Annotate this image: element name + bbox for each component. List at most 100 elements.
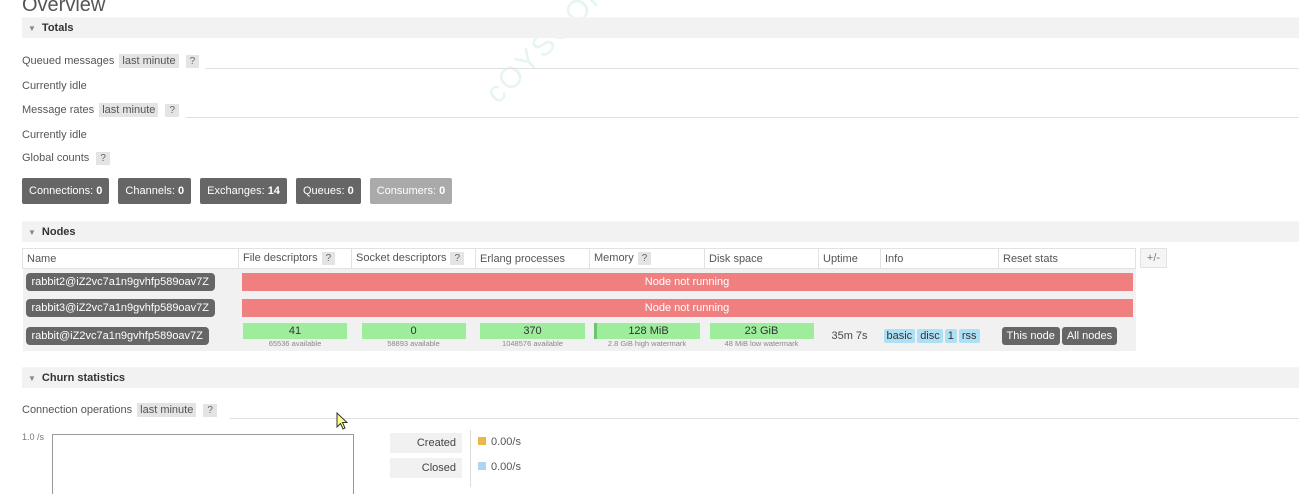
collapse-triangle-icon: ▼ (28, 374, 36, 383)
node-name-link[interactable]: rabbit2@iZ2vc7a1n9gvhfp589oav7Z (25, 272, 216, 291)
totals-section-header[interactable]: ▼ Totals (22, 17, 1299, 38)
queues-count: 0 (347, 185, 354, 197)
churn-header-label: Churn statistics (41, 372, 126, 384)
node-name-link[interactable]: rabbit@iZ2vc7a1n9gvhfp589oav7Z (25, 326, 209, 345)
global-help-icon[interactable]: ? (96, 152, 110, 165)
node-name-link[interactable]: rabbit3@iZ2vc7a1n9gvhfp589oav7Z (25, 298, 216, 317)
exchanges-label: Exchanges: (207, 185, 265, 197)
queued-range-selector[interactable]: last minute (119, 54, 179, 68)
column-header-label: File descriptors (243, 252, 318, 264)
page-title: Overview (22, 0, 106, 16)
queued-help-icon[interactable]: ? (185, 55, 200, 68)
column-header-memory: Memory? (589, 248, 705, 269)
column-header-file-descriptors: File descriptors? (238, 248, 352, 269)
queued-messages-label: Queued messages (22, 55, 115, 67)
memory-high-watermark: 2.8 GiB high watermark (607, 338, 687, 348)
divider (230, 418, 1299, 419)
disk-space-value: 23 GiB (744, 324, 779, 337)
info-badge-disc: disc (917, 328, 943, 343)
info-cell: basic disc 1 rss (880, 320, 999, 351)
churn-section-header[interactable]: ▼ Churn statistics (22, 367, 1299, 388)
nodes-section-header[interactable]: ▼ Nodes (22, 221, 1299, 242)
nodes-table: Name File descriptors? Socket descriptor… (22, 248, 1136, 351)
totals-header-label: Totals (41, 22, 74, 34)
collapse-triangle-icon: ▼ (28, 228, 36, 237)
info-badge-basic: basic (883, 328, 916, 343)
exchanges-count-button[interactable]: Exchanges: 14 (200, 178, 287, 204)
nodes-table-header: Name File descriptors? Socket descriptor… (22, 248, 1136, 269)
mouse-cursor-icon (336, 412, 349, 430)
queued-status: Currently idle (22, 80, 87, 92)
memory-bar: 128 MiB (594, 322, 700, 339)
queues-count-button[interactable]: Queues: 0 (295, 178, 361, 204)
column-header-name: Name (22, 248, 239, 269)
column-header-erlang-processes: Erlang processes (475, 248, 590, 269)
channels-count: 0 (178, 185, 185, 197)
uptime-cell: 35m 7s (818, 320, 881, 351)
node-name-cell: rabbit@iZ2vc7a1n9gvhfp589oav7Z (22, 320, 239, 351)
divider (186, 117, 1299, 118)
divider (205, 68, 1299, 69)
node-not-running-banner: Node not running (241, 298, 1133, 317)
channels-count-button[interactable]: Channels: 0 (118, 178, 192, 204)
erlang-processes-bar: 370 (480, 322, 585, 339)
disk-space-bar: 23 GiB (709, 322, 814, 339)
node-name-cell: rabbit2@iZ2vc7a1n9gvhfp589oav7Z (22, 268, 239, 295)
socket-descriptors-value: 0 (410, 324, 417, 337)
connections-label: Connections: (29, 185, 94, 197)
legend-value-created: 0.00/s (478, 436, 521, 448)
global-counts-label: Global counts (22, 152, 90, 164)
rates-help-icon[interactable]: ? (165, 104, 180, 117)
closed-rate: 0.00/s (491, 461, 521, 473)
column-header-label: Socket descriptors (356, 252, 447, 264)
message-rates-row: Message rates last minute ? (22, 103, 180, 117)
column-header-info: Info (880, 248, 999, 269)
connection-operations-label: Connection operations (22, 404, 133, 416)
column-header-uptime: Uptime (818, 248, 881, 269)
channels-label: Channels: (125, 185, 175, 197)
connection-operations-row: Connection operations last minute ? (22, 403, 217, 417)
legend-label-created: Created (390, 433, 462, 453)
consumers-count: 0 (439, 185, 446, 197)
node-status-cell: Node not running (238, 268, 1136, 295)
file-descriptors-cell: 41 65536 available (238, 320, 352, 351)
fd-help-icon[interactable]: ? (321, 252, 336, 265)
created-rate: 0.00/s (491, 436, 521, 448)
legend-divider (470, 430, 471, 487)
queues-label: Queues: (302, 185, 345, 197)
table-row: rabbit3@iZ2vc7a1n9gvhfp589oav7Z Node not… (22, 294, 1136, 321)
erlang-processes-cell: 370 1048576 available (475, 320, 590, 351)
connections-count: 0 (96, 185, 103, 197)
legend-label-closed: Closed (390, 458, 462, 478)
erlang-processes-value: 370 (523, 324, 542, 337)
memory-help-icon[interactable]: ? (637, 252, 652, 265)
file-descriptors-available: 65536 available (268, 338, 322, 348)
uptime-value: 35m 7s (831, 329, 868, 342)
global-counts-row: Global counts ? (22, 152, 110, 165)
table-row: rabbit2@iZ2vc7a1n9gvhfp589oav7Z Node not… (22, 268, 1136, 295)
node-status-cell: Node not running (238, 294, 1136, 321)
global-count-buttons: Connections: 0 Channels: 0 Exchanges: 14… (22, 178, 453, 204)
chart-y-tick: 1.0 /s (22, 432, 45, 442)
reset-all-nodes-button[interactable]: All nodes (1061, 326, 1118, 345)
disk-space-cell: 23 GiB 48 MiB low watermark (704, 320, 819, 351)
connection-help-icon[interactable]: ? (203, 404, 217, 417)
info-badge-rss: rss (958, 328, 980, 343)
reset-this-node-button[interactable]: This node (1001, 326, 1060, 345)
nodes-header-label: Nodes (41, 226, 76, 238)
rates-status: Currently idle (22, 129, 87, 141)
column-toggle-button[interactable]: +/- (1140, 248, 1167, 268)
connection-operations-chart (52, 434, 354, 494)
table-row: rabbit@iZ2vc7a1n9gvhfp589oav7Z 41 65536 … (22, 320, 1136, 351)
collapse-triangle-icon: ▼ (28, 24, 36, 33)
file-descriptors-value: 41 (288, 324, 302, 337)
socket-descriptors-cell: 0 58893 available (351, 320, 476, 351)
node-not-running-banner: Node not running (241, 272, 1133, 291)
column-header-reset-stats: Reset stats (998, 248, 1136, 269)
rates-range-selector[interactable]: last minute (99, 103, 159, 117)
socket-help-icon[interactable]: ? (450, 252, 465, 265)
connections-count-button[interactable]: Connections: 0 (22, 178, 110, 204)
connection-range-selector[interactable]: last minute (137, 403, 197, 417)
consumers-count-button[interactable]: Consumers: 0 (369, 178, 453, 204)
memory-value: 128 MiB (628, 324, 669, 337)
